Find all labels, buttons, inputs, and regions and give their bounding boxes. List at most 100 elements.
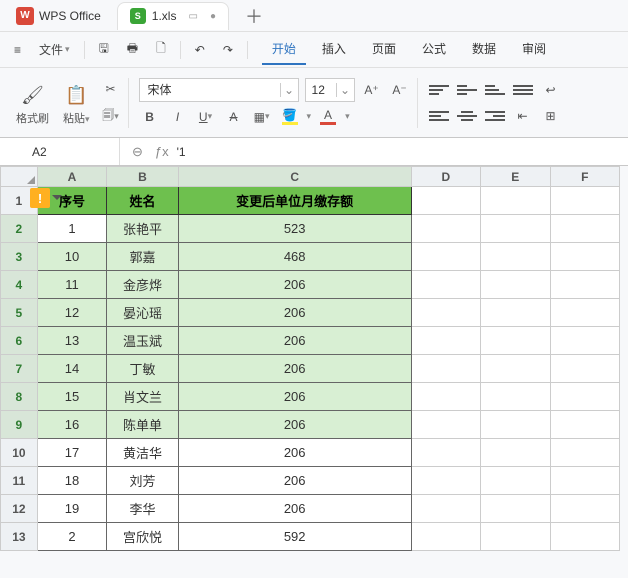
- cell[interactable]: [411, 439, 480, 467]
- tab-data[interactable]: 数据: [462, 34, 506, 65]
- cell[interactable]: 19: [37, 495, 106, 523]
- increase-font-button[interactable]: A⁺: [361, 79, 383, 101]
- cell[interactable]: [411, 523, 480, 551]
- cell[interactable]: [411, 411, 480, 439]
- col-header-b[interactable]: B: [107, 167, 179, 187]
- cell[interactable]: [550, 299, 619, 327]
- cell[interactable]: [550, 187, 619, 215]
- cell[interactable]: 206: [178, 383, 411, 411]
- undo-button[interactable]: ↶: [187, 37, 213, 63]
- col-header-f[interactable]: F: [550, 167, 619, 187]
- cell[interactable]: 206: [178, 355, 411, 383]
- cell[interactable]: 宫欣悦: [107, 523, 179, 551]
- row-header[interactable]: 2: [1, 215, 38, 243]
- decrease-indent-button[interactable]: ⇤: [512, 105, 534, 127]
- cell[interactable]: 17: [37, 439, 106, 467]
- cell[interactable]: 15: [37, 383, 106, 411]
- cell[interactable]: 张艳平: [107, 215, 179, 243]
- row-header[interactable]: 11: [1, 467, 38, 495]
- cell[interactable]: [411, 243, 480, 271]
- cell[interactable]: [481, 411, 550, 439]
- cell[interactable]: [550, 355, 619, 383]
- document-tab[interactable]: S 1.xls ▭ ●: [117, 2, 229, 30]
- cell[interactable]: [411, 467, 480, 495]
- cell[interactable]: 206: [178, 495, 411, 523]
- cell[interactable]: 206: [178, 439, 411, 467]
- redo-button[interactable]: ↷: [215, 37, 241, 63]
- wrap-text-button[interactable]: ↩: [540, 79, 562, 101]
- menu-icon[interactable]: ≡: [6, 37, 29, 63]
- cell[interactable]: [481, 439, 550, 467]
- cell[interactable]: [411, 355, 480, 383]
- merge-button[interactable]: ⊞: [540, 105, 562, 127]
- zoom-out-icon[interactable]: ⊖: [132, 144, 143, 160]
- cell[interactable]: 16: [37, 411, 106, 439]
- cell[interactable]: 14: [37, 355, 106, 383]
- cell[interactable]: [481, 187, 550, 215]
- cell[interactable]: [481, 299, 550, 327]
- cell[interactable]: [550, 523, 619, 551]
- cell[interactable]: 206: [178, 327, 411, 355]
- cut-button[interactable]: ✂: [100, 78, 122, 100]
- cell[interactable]: 468: [178, 243, 411, 271]
- col-header-a[interactable]: A: [37, 167, 106, 187]
- cell[interactable]: [550, 411, 619, 439]
- print-preview-button[interactable]: 🗋: [148, 33, 174, 66]
- font-name-select[interactable]: 宋体 ⌄: [139, 78, 299, 102]
- cell[interactable]: 丁敏: [107, 355, 179, 383]
- cell[interactable]: 黄洁华: [107, 439, 179, 467]
- tab-formula[interactable]: 公式: [412, 34, 456, 65]
- cell[interactable]: 陈单单: [107, 411, 179, 439]
- cell[interactable]: 206: [178, 299, 411, 327]
- cell[interactable]: [550, 215, 619, 243]
- cell[interactable]: 1: [37, 215, 106, 243]
- align-bottom-button[interactable]: [484, 79, 506, 101]
- cell[interactable]: [550, 243, 619, 271]
- borders-button[interactable]: ▦▾: [251, 106, 273, 128]
- fill-color-button[interactable]: 🪣: [279, 106, 301, 128]
- cell[interactable]: [411, 327, 480, 355]
- header-cell[interactable]: 变更后单位月缴存额: [178, 187, 411, 215]
- cell[interactable]: [411, 215, 480, 243]
- cell[interactable]: [411, 495, 480, 523]
- col-header-d[interactable]: D: [411, 167, 480, 187]
- cell[interactable]: [481, 467, 550, 495]
- tab-close-icon[interactable]: ●: [210, 11, 216, 22]
- cell[interactable]: 206: [178, 271, 411, 299]
- cell[interactable]: 晏沁瑶: [107, 299, 179, 327]
- cell[interactable]: [411, 271, 480, 299]
- underline-button[interactable]: U▾: [195, 106, 217, 128]
- cell[interactable]: [550, 327, 619, 355]
- decrease-font-button[interactable]: A⁻: [389, 79, 411, 101]
- align-left-button[interactable]: [428, 105, 450, 127]
- header-cell[interactable]: 姓名: [107, 187, 179, 215]
- align-top-button[interactable]: [428, 79, 450, 101]
- align-right-button[interactable]: [484, 105, 506, 127]
- tab-start[interactable]: 开始: [262, 34, 306, 65]
- paste-button[interactable]: 📋 粘贴▾: [59, 82, 94, 128]
- print-button[interactable]: 🖶: [119, 33, 146, 66]
- row-header[interactable]: 3: [1, 243, 38, 271]
- cell[interactable]: [550, 383, 619, 411]
- cell[interactable]: [411, 299, 480, 327]
- cell[interactable]: [550, 467, 619, 495]
- row-header[interactable]: 8: [1, 383, 38, 411]
- cell[interactable]: 11: [37, 271, 106, 299]
- cell[interactable]: 肖文兰: [107, 383, 179, 411]
- cell[interactable]: 李华: [107, 495, 179, 523]
- row-header[interactable]: 13: [1, 523, 38, 551]
- cell[interactable]: 592: [178, 523, 411, 551]
- cell[interactable]: [481, 495, 550, 523]
- tab-review[interactable]: 审阅: [512, 34, 556, 65]
- align-center-button[interactable]: [456, 105, 478, 127]
- row-header[interactable]: 7: [1, 355, 38, 383]
- cell[interactable]: [411, 187, 480, 215]
- cell[interactable]: 2: [37, 523, 106, 551]
- cell[interactable]: [550, 495, 619, 523]
- cell[interactable]: [481, 215, 550, 243]
- cell[interactable]: 206: [178, 467, 411, 495]
- format-painter-button[interactable]: 🖌 格式刷: [12, 82, 53, 128]
- tab-page[interactable]: 页面: [362, 34, 406, 65]
- cell[interactable]: 18: [37, 467, 106, 495]
- cell[interactable]: [481, 271, 550, 299]
